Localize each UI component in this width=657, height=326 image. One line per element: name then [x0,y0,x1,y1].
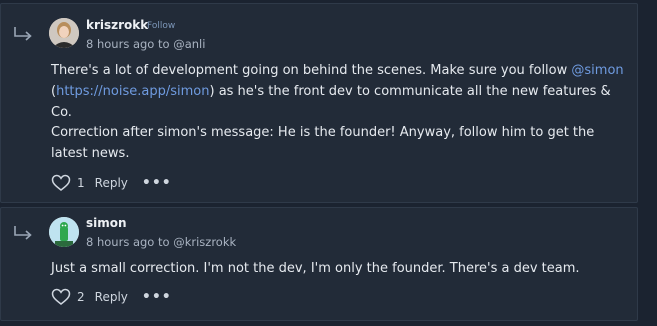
comment-text: Just a small correction. I'm not the dev… [51,261,580,276]
follow-button[interactable]: Follow [147,21,175,31]
avatar-image [49,217,79,247]
more-options-button[interactable]: ••• [142,289,172,305]
like-count: 1 [77,176,85,190]
author-name[interactable]: kriszrokk [86,18,148,32]
reply-arrow-icon [14,27,32,41]
reply-button[interactable]: Reply [95,176,128,190]
mention-link[interactable]: @simon [571,63,623,78]
heart-icon[interactable] [51,174,71,192]
to-label: to [158,235,170,249]
comment-text: There's a lot of development going on be… [51,60,626,123]
comment-meta: 8 hours ago to @anli [86,37,205,51]
comment-text-paragraph: Correction after simon's message: He is … [51,125,595,161]
url-link[interactable]: https://noise.app/simon [56,84,209,99]
comment-feed: kriszrokk Follow 8 hours ago to @anli Th… [0,0,657,326]
comment-actions: 1 Reply ••• [51,174,172,192]
reply-arrow-icon [14,226,32,240]
timestamp: 8 hours ago [86,235,155,249]
avatar-image [49,18,79,48]
reply-to-mention[interactable]: @anli [173,37,205,51]
avatar[interactable] [49,18,79,48]
comment-card: kriszrokk Follow 8 hours ago to @anli Th… [0,3,638,203]
reply-to-mention[interactable]: @kriszrokk [173,235,236,249]
more-options-button[interactable]: ••• [142,175,172,191]
like-count: 2 [77,290,85,304]
text-segment: There's a lot of development going on be… [51,63,572,78]
heart-icon[interactable] [51,288,71,306]
comment-card: simon 8 hours ago to @kriszrokk Just a s… [0,207,638,321]
reply-button[interactable]: Reply [95,290,128,304]
to-label: to [158,37,170,51]
timestamp: 8 hours ago [86,37,155,51]
author-name[interactable]: simon [86,216,127,230]
comment-actions: 2 Reply ••• [51,288,172,306]
comment-meta: 8 hours ago to @kriszrokk [86,235,236,249]
avatar[interactable] [49,217,79,247]
